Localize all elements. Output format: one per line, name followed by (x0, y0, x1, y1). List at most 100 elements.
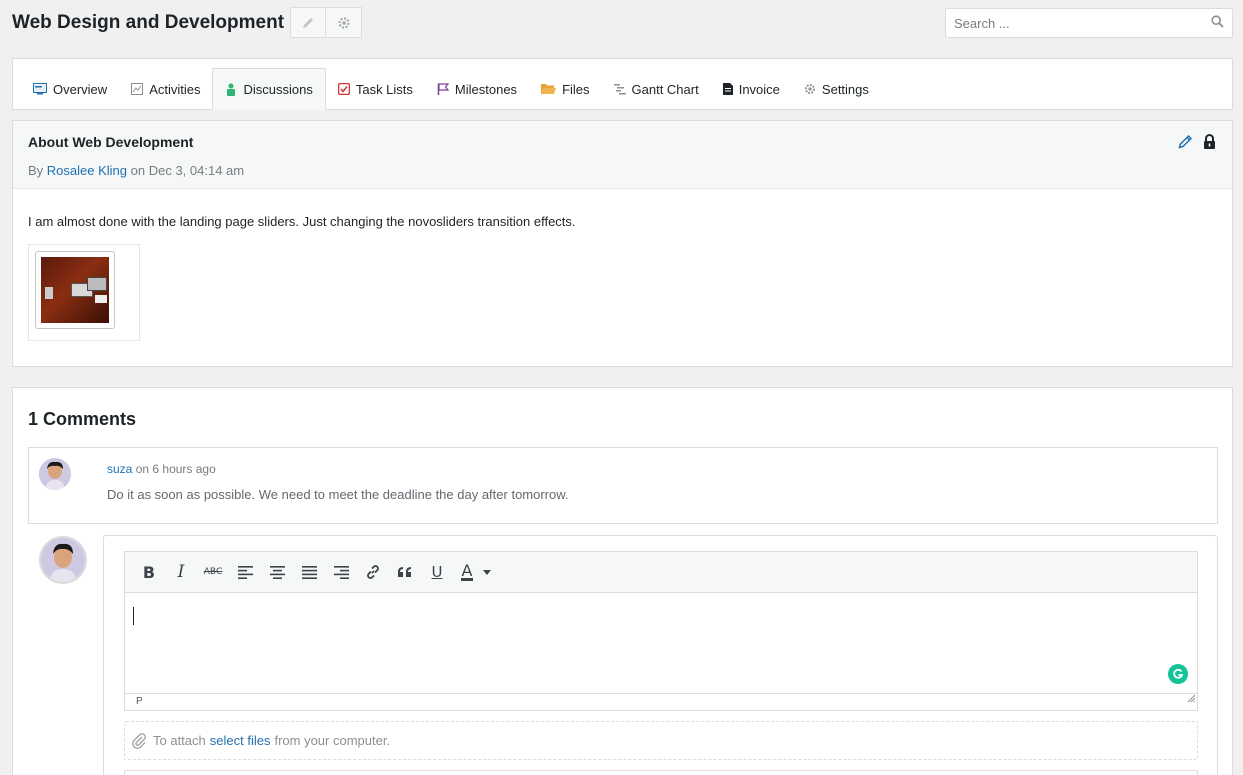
gear-icon (804, 83, 816, 95)
strikethrough-button[interactable]: ABC (197, 557, 229, 587)
tab-milestones[interactable]: Milestones (425, 68, 529, 110)
align-center-button[interactable] (261, 557, 293, 587)
underline-button[interactable]: U (421, 557, 453, 587)
attachment-image (41, 257, 109, 323)
tab-files[interactable]: Files (529, 68, 601, 110)
project-settings-button[interactable] (326, 7, 362, 38)
tab-overview[interactable]: Overview (21, 68, 119, 110)
attachment-thumbnail[interactable] (35, 251, 115, 329)
edit-discussion-button[interactable] (1178, 134, 1193, 155)
comment-item: suza on 6 hours ago Do it as soon as pos… (28, 447, 1218, 524)
author-link[interactable]: Rosalee Kling (47, 163, 127, 178)
underline-icon: U (431, 563, 443, 581)
invoice-icon (722, 83, 733, 95)
tab-invoice[interactable]: Invoice (711, 68, 792, 110)
tab-label: Discussions (243, 81, 313, 97)
tab-label: Task Lists (355, 81, 413, 97)
text-color-icon: A (460, 561, 474, 581)
comment-time: on 6 hours ago (135, 462, 216, 476)
task-list-icon (337, 83, 350, 95)
tab-label: Invoice (738, 81, 780, 97)
discussions-icon (225, 83, 237, 96)
search-input[interactable] (946, 9, 1196, 37)
editor-toolbar: B I ABC U A (125, 552, 1197, 593)
pencil-icon (1178, 134, 1193, 149)
blockquote-button[interactable] (389, 557, 421, 587)
tab-gantt-chart[interactable]: Gantt Chart (602, 68, 711, 110)
resize-handle-icon[interactable] (1187, 692, 1196, 708)
italic-icon: I (177, 562, 185, 582)
tab-label: Settings (821, 81, 869, 97)
comment-meta: suza on 6 hours ago (107, 462, 216, 476)
tab-label: Overview (53, 81, 108, 97)
avatar (39, 458, 71, 490)
discussion-actions (1178, 134, 1216, 155)
align-right-button[interactable] (325, 557, 357, 587)
align-center-icon (269, 565, 285, 579)
gear-icon (337, 16, 350, 29)
text-color-button[interactable]: A (453, 557, 499, 587)
privacy-lock-button[interactable] (1203, 134, 1216, 155)
discussion-header: About Web Development By Rosalee Kling o… (13, 121, 1232, 189)
paperclip-icon (131, 732, 147, 749)
lock-icon (1204, 134, 1215, 149)
overview-icon (33, 83, 47, 95)
grammarly-icon[interactable] (1168, 664, 1188, 684)
tab-task-lists[interactable]: Task Lists (326, 68, 425, 110)
editor-statusbar: P (125, 693, 1197, 710)
by-label: By (28, 163, 44, 178)
comment-editor-input[interactable] (125, 593, 1197, 693)
project-tabs: Overview Activities Discussions Task Lis… (21, 68, 881, 110)
comment-author-link[interactable]: suza (107, 462, 132, 476)
rich-text-editor: B I ABC U A P (124, 551, 1198, 711)
text-caret (133, 607, 134, 625)
tab-label: Activities (149, 81, 201, 97)
link-icon (367, 565, 379, 579)
tab-settings[interactable]: Settings (792, 68, 881, 110)
tab-label: Gantt Chart (631, 81, 699, 97)
folder-icon (541, 83, 557, 95)
attach-prefix: To attach (153, 733, 206, 748)
align-left-button[interactable] (229, 557, 261, 587)
current-user-avatar (39, 536, 87, 584)
align-left-icon (237, 565, 253, 579)
italic-button[interactable]: I (165, 557, 197, 587)
strikethrough-icon: ABC (203, 567, 223, 577)
activities-icon (131, 83, 144, 95)
discussion-body: I am almost done with the landing page s… (28, 214, 576, 229)
comments-heading: 1 Comments (28, 409, 137, 429)
pencil-icon (303, 17, 313, 28)
comments-panel: 1 Comments suza on 6 hours ago Do it as … (12, 387, 1233, 775)
tab-activities[interactable]: Activities (119, 68, 212, 110)
tab-label: Files (562, 81, 590, 97)
comment-text: Do it as soon as possible. We need to me… (107, 487, 569, 502)
chevron-down-icon (483, 569, 492, 575)
tab-label: Milestones (454, 81, 518, 97)
search-icon[interactable] (1211, 15, 1224, 33)
page-header: Web Design and Development (0, 0, 1243, 50)
attach-files-area: To attach select files from your compute… (124, 721, 1198, 760)
project-title: Web Design and Development (12, 12, 285, 33)
insert-link-button[interactable] (357, 557, 389, 587)
project-tabs-bar: Overview Activities Discussions Task Lis… (12, 58, 1233, 110)
discussion-title: About Web Development (28, 134, 194, 150)
align-right-icon (333, 565, 349, 579)
attachment-list (28, 244, 140, 341)
gantt-icon (613, 83, 626, 95)
edit-project-button[interactable] (290, 7, 326, 38)
bold-button[interactable]: B (133, 557, 165, 587)
attach-suffix: from your computer. (274, 733, 391, 748)
blockquote-icon (398, 567, 411, 577)
align-justify-button[interactable] (293, 557, 325, 587)
discussion-panel: About Web Development By Rosalee Kling o… (12, 120, 1233, 367)
select-files-link[interactable]: select files (210, 733, 271, 748)
discussion-meta: By Rosalee Kling on Dec 3, 04:14 am (28, 163, 244, 178)
bold-icon: B (142, 562, 156, 582)
discussion-date: on Dec 3, 04:14 am (130, 163, 245, 178)
milestone-flag-icon (437, 83, 449, 95)
tab-discussions[interactable]: Discussions (212, 68, 326, 110)
title-actions (290, 7, 362, 38)
element-path[interactable]: P (136, 696, 143, 707)
comment-form: B I ABC U A P To attach select files fro… (103, 535, 1218, 775)
form-next-field[interactable] (124, 770, 1198, 775)
